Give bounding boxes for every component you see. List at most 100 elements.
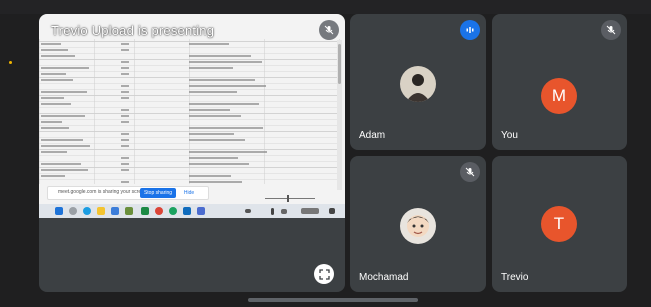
chrome-icon [155, 207, 163, 215]
sheet-cell-text [121, 49, 129, 51]
sheet-cell-text [121, 163, 129, 165]
sheet-row-line [39, 167, 339, 168]
sheet-row-line [39, 41, 339, 42]
sheet-cell-text [121, 181, 129, 183]
speaking-icon [460, 20, 480, 40]
sheet-cell-text [41, 169, 88, 171]
sheet-cell-text [189, 115, 241, 117]
sheet-cell-text [121, 91, 129, 93]
shared-screen: Trevio Upload is presenting meet.google.… [39, 14, 345, 218]
outlook-icon [183, 207, 191, 215]
sheet-row-line [39, 53, 339, 54]
avatar-initial: M [551, 86, 567, 105]
sheet-cell-text [41, 91, 87, 93]
sheet-row-line [39, 179, 339, 180]
sheet-scrollbar [337, 40, 342, 190]
sheet-cell-text [189, 67, 233, 69]
sheet-row-line [39, 137, 339, 138]
sheet-row-line [39, 107, 339, 108]
store-icon [111, 207, 119, 215]
sheet-row-line [39, 113, 339, 114]
participant-tile-mochamad[interactable]: Mochamad [350, 156, 486, 292]
sheet-cell-text [121, 169, 129, 171]
sheet-cell-text [121, 115, 129, 117]
hide-notification-button[interactable]: Hide [179, 188, 199, 198]
sheet-cell-text [41, 97, 64, 99]
sheet-cell-text [189, 103, 259, 105]
teams-icon [197, 207, 205, 215]
sheet-row-line [39, 71, 339, 72]
sheet-cell-text [41, 175, 65, 177]
sheet-cell-text [41, 103, 71, 105]
volume-icon [281, 209, 287, 214]
mic-off-icon [460, 162, 480, 182]
excel-icon [141, 207, 149, 215]
sheet-cell-text [121, 43, 129, 45]
participant-name: Adam [359, 130, 386, 141]
sheet-row-line [39, 119, 339, 120]
participant-name: Trevio [501, 272, 529, 283]
participant-tile-you[interactable]: M You [492, 14, 627, 150]
system-tray-icon [245, 209, 251, 213]
sheet-cell-text [41, 139, 83, 141]
clock-icon [301, 208, 319, 214]
sheet-cell-text [189, 139, 245, 141]
sheet-cell-text [189, 85, 266, 87]
windows-start-icon [55, 207, 63, 215]
sheet-cell-text [189, 127, 263, 129]
sheet-column-line [94, 39, 95, 184]
sheet-row-line [39, 95, 339, 96]
top-strip [0, 0, 651, 14]
sharing-notification-text: meet.google.com is sharing your screen. [58, 189, 149, 195]
sheet-cell-text [189, 181, 242, 183]
sheet-cell-text [41, 127, 69, 129]
sheet-cell-text [121, 139, 129, 141]
sheet-cell-text [121, 157, 129, 159]
fullscreen-button[interactable] [314, 264, 334, 284]
sheet-cell-text [121, 85, 129, 87]
sheet-cell-text [189, 175, 231, 177]
notification-icon [329, 208, 335, 214]
fullscreen-icon [318, 268, 330, 280]
stop-sharing-button[interactable]: Stop sharing [140, 188, 176, 198]
sheet-row-line [39, 47, 339, 48]
presentation-tile[interactable]: Trevio Upload is presenting meet.google.… [39, 14, 345, 292]
sheet-cell-text [41, 115, 85, 117]
sheet-row-line [39, 149, 339, 150]
taskbar [39, 204, 345, 218]
participant-name: You [501, 130, 518, 141]
sheet-cell-text [121, 109, 129, 111]
sheet-cell-text [41, 73, 66, 75]
sheet-cell-text [41, 43, 61, 45]
sheet-row-line [39, 125, 339, 126]
sheet-cell-text [121, 121, 129, 123]
sheet-cell-text [121, 61, 129, 63]
network-icon [271, 208, 274, 215]
sheet-row-line [39, 143, 339, 144]
sheet-cell-text [41, 55, 75, 57]
sheet-cell-text [189, 151, 267, 153]
participant-tile-adam[interactable]: Adam [350, 14, 486, 150]
sheet-column-line [39, 39, 40, 184]
sheet-column-line [264, 39, 265, 184]
sheet-cell-text [189, 109, 230, 111]
sheet-row-line [39, 161, 339, 162]
folder-icon [97, 207, 105, 215]
home-indicator [248, 298, 418, 302]
sheet-cell-text [189, 55, 251, 57]
sheet-cell-text [41, 121, 62, 123]
sheet-row-line [39, 101, 339, 102]
sheet-column-line [134, 39, 135, 184]
sheet-cell-text [121, 145, 129, 147]
sharing-notification: meet.google.com is sharing your screen. … [47, 186, 209, 200]
sheet-cell-text [41, 79, 73, 81]
sheet-cell-text [189, 133, 234, 135]
edge-icon [83, 207, 91, 215]
sheet-cell-text [189, 157, 238, 159]
participant-tile-trevio[interactable]: T Trevio [492, 156, 627, 292]
sheet-cell-text [189, 163, 249, 165]
sheet-cell-text [121, 97, 129, 99]
sheet-cell-text [41, 67, 89, 69]
sheet-row-line [39, 155, 339, 156]
avatar-mochamad [400, 208, 436, 244]
